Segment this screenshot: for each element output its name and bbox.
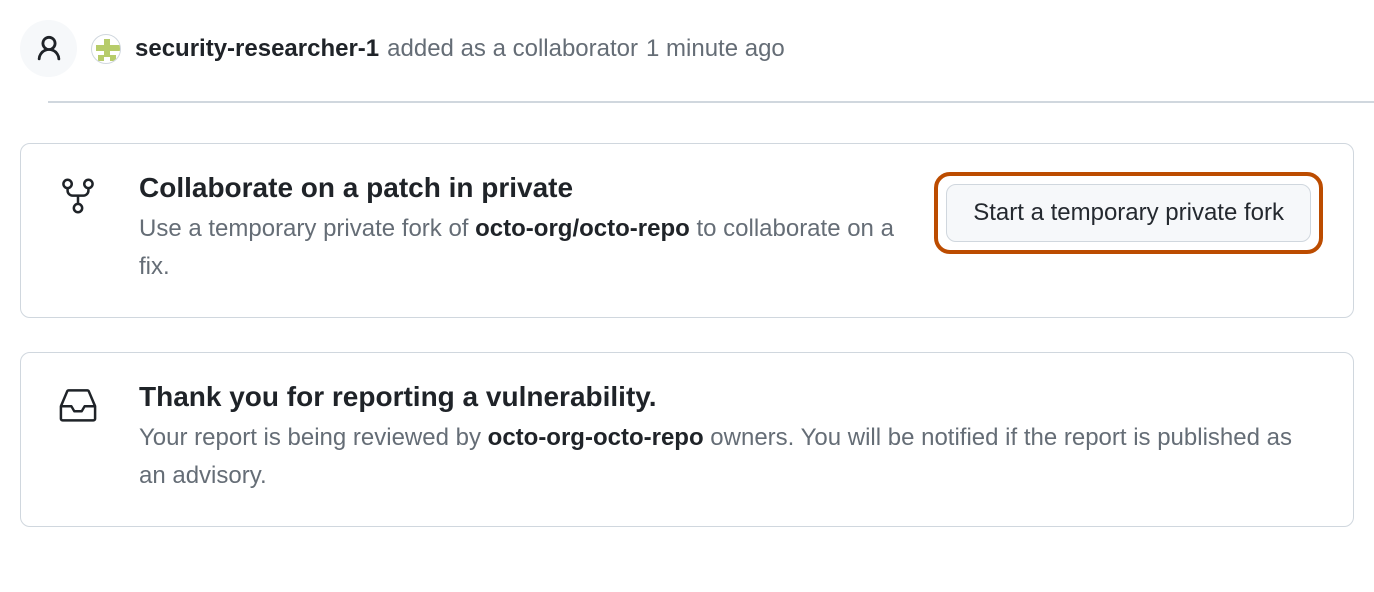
- timeline-timestamp: 1 minute ago: [646, 35, 785, 63]
- collaborate-description: Use a temporary private fork of octo-org…: [139, 210, 900, 287]
- fork-icon: [51, 172, 105, 216]
- repo-name: octo-org/octo-repo: [475, 215, 690, 242]
- thanks-description: Your report is being reviewed by octo-or…: [139, 419, 1323, 496]
- highlight-ring: Start a temporary private fork: [934, 172, 1323, 254]
- inbox-icon: [51, 381, 105, 425]
- timeline-text: security-researcher-1 added as a collabo…: [135, 35, 785, 63]
- timeline-action: added as a collaborator: [387, 35, 638, 63]
- person-icon: [20, 20, 77, 77]
- username-link[interactable]: security-researcher-1: [135, 35, 379, 63]
- collaborate-card: Collaborate on a patch in private Use a …: [20, 143, 1354, 318]
- collaborate-title: Collaborate on a patch in private: [139, 172, 900, 204]
- timeline-event: security-researcher-1 added as a collabo…: [0, 0, 1374, 101]
- repo-name: octo-org-octo-repo: [488, 424, 704, 451]
- user-avatar[interactable]: [91, 34, 121, 64]
- start-private-fork-button[interactable]: Start a temporary private fork: [946, 184, 1311, 242]
- thanks-card: Thank you for reporting a vulnerability.…: [20, 352, 1354, 527]
- thanks-title: Thank you for reporting a vulnerability.: [139, 381, 1323, 413]
